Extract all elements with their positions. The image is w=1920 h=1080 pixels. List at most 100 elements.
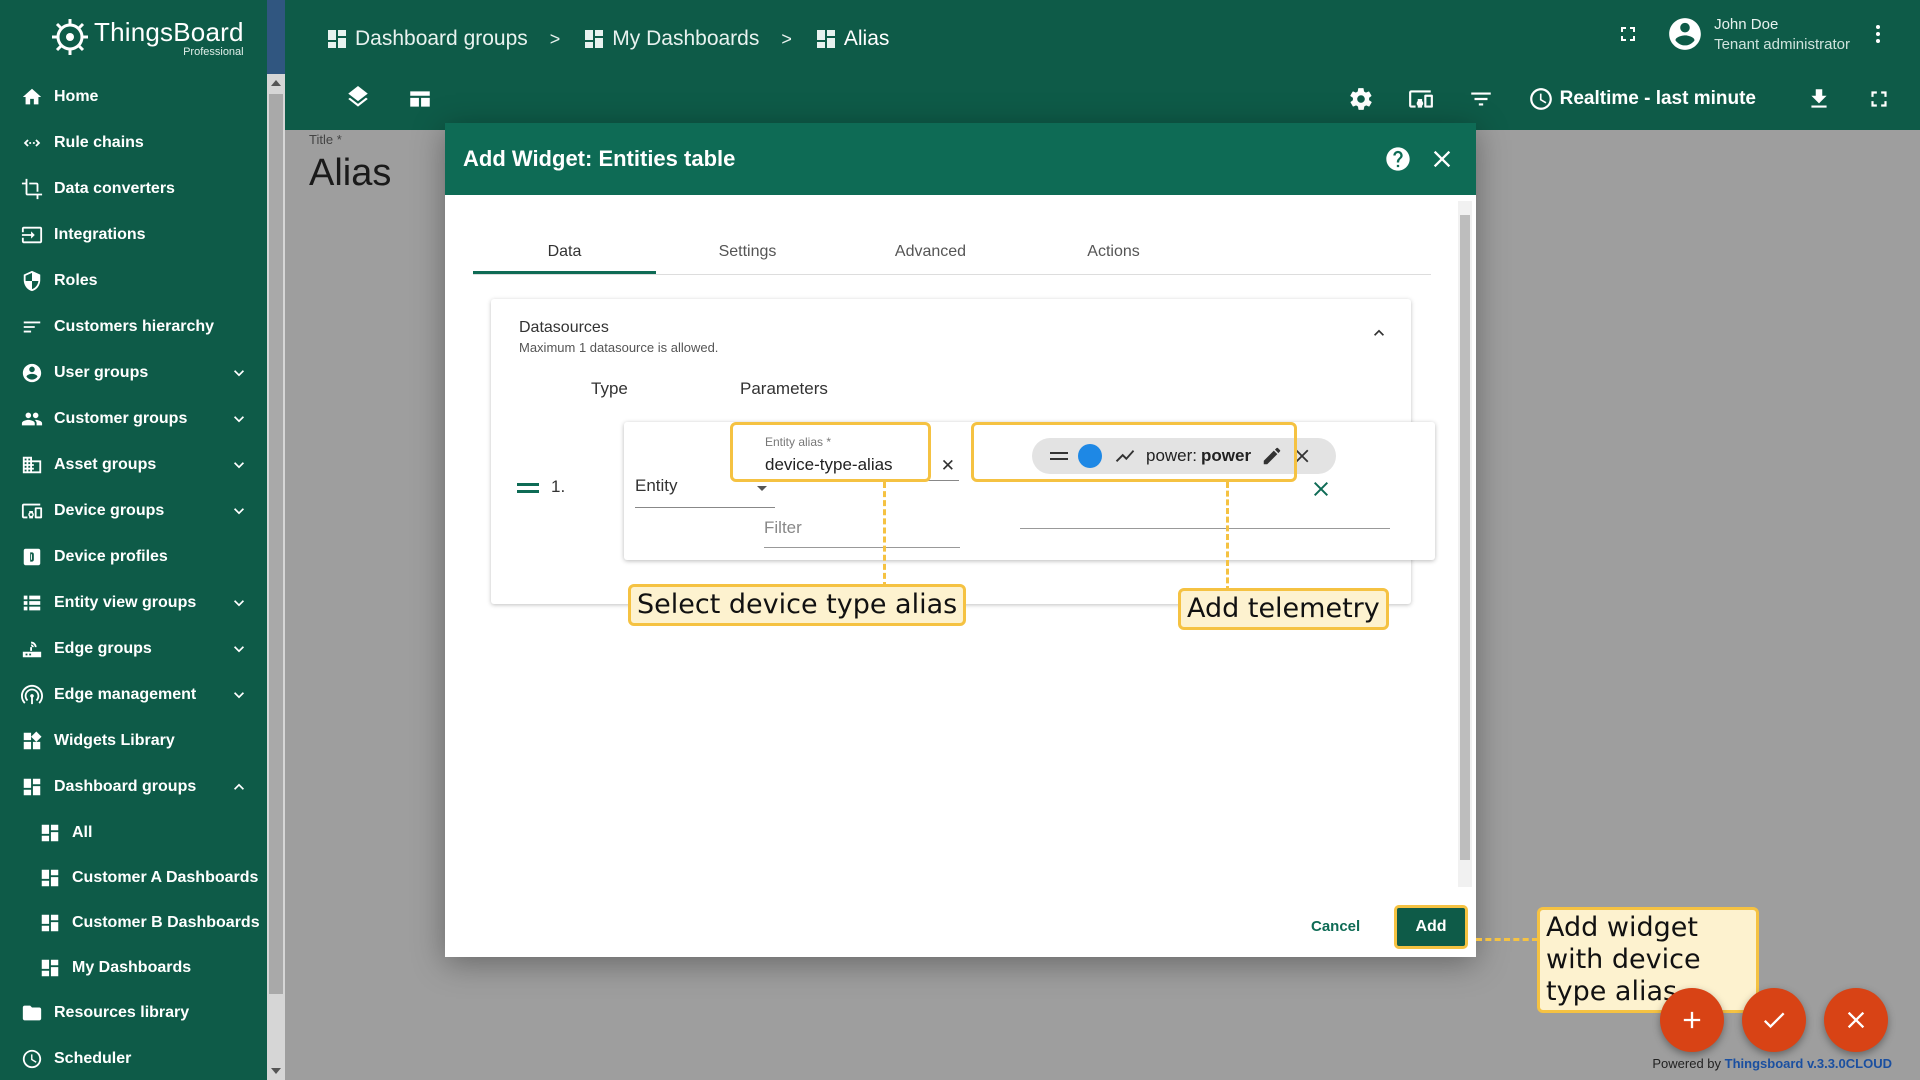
tab-actions[interactable]: Actions [1022,227,1205,274]
sidebar-item-device-groups[interactable]: Device groups [0,488,267,534]
sidebar-item-customer-b-dashboards[interactable]: Customer B Dashboards [0,900,267,945]
sidebar-item-label: Scheduler [54,1050,132,1067]
logo[interactable]: ThingsBoard Professional [0,0,267,74]
sidebar-scrollbar[interactable] [267,74,285,1080]
add-callout: Add widget with device type alias [1537,907,1759,1013]
breadcrumb-dashboard-groups[interactable]: Dashboard groups [325,27,528,51]
sidebar-item-device-profiles[interactable]: Device profiles [0,534,267,580]
footer-brand-link[interactable]: Thingsboard v.3.3.0CLOUD [1725,1056,1892,1071]
dropdown-arrow-icon [757,486,767,491]
column-type-header: Type [591,379,628,398]
sidebar-item-widgets-library[interactable]: Widgets Library [0,718,267,764]
sidebar-item-integrations[interactable]: Integrations [0,212,267,258]
tab-advanced[interactable]: Advanced [839,227,1022,274]
sidebar-item-roles[interactable]: Roles [0,258,267,304]
fullscreen-icon[interactable] [1616,22,1640,46]
device-icon [20,499,44,523]
chevron-down-icon [229,409,249,429]
add-button[interactable]: Add [1394,905,1468,949]
tab-settings[interactable]: Settings [656,227,839,274]
user-menu: John Doe Tenant administrator [1616,14,1890,53]
save-dashboard-fab[interactable] [1742,988,1806,1052]
layers-button[interactable] [345,86,371,117]
sidebar-item-label: Customers hierarchy [54,318,215,335]
clear-icon[interactable]: ✕ [941,456,955,476]
cancel-edit-fab[interactable] [1824,988,1888,1052]
sidebar-item-scheduler[interactable]: Scheduler [0,1036,267,1080]
filters-button[interactable] [1468,86,1494,112]
devices-icon [1408,90,1433,108]
help-icon[interactable] [1384,145,1412,173]
sidebar-item-home[interactable]: Home [0,74,267,120]
dashboard-icon [38,866,62,890]
settings-button[interactable] [1348,86,1374,112]
export-button[interactable] [1806,86,1832,112]
clock-icon [20,1047,44,1071]
filter-input[interactable]: Filter [764,514,960,548]
sidebar-item-data-converters[interactable]: Data converters [0,166,267,212]
dashboard-icon [38,911,62,935]
dashboard-fullscreen-button[interactable] [1866,86,1892,112]
timewindow-button[interactable]: Realtime - last minute [1528,86,1756,112]
chevron-up-icon[interactable] [1369,323,1389,343]
breadcrumb-label: Alias [843,27,890,50]
sidebar-item-label: Customer groups [54,410,188,427]
user-icon [20,361,44,385]
more-vert-icon[interactable] [1866,22,1890,46]
rule-chains-icon [20,131,44,155]
scroll-down-arrow-icon[interactable] [271,1068,281,1074]
telemetry-callout: Add telemetry [1178,588,1389,630]
avatar[interactable] [1666,15,1704,53]
sidebar-item-resources-library[interactable]: Resources library [0,990,267,1036]
sidebar-item-all-dashboards[interactable]: All [0,810,267,855]
entity-aliases-button[interactable] [1408,86,1434,112]
sidebar-item-entity-view-groups[interactable]: Entity view groups [0,580,267,626]
sidebar-item-rule-chains[interactable]: Rule chains [0,120,267,166]
dialog-scrollbar-thumb[interactable] [1460,215,1470,860]
device-profile-icon [20,545,44,569]
sidebar-item-label: Home [54,88,99,105]
sidebar-item-my-dashboards[interactable]: My Dashboards [0,945,267,990]
chevron-down-icon [229,685,249,705]
sidebar-item-label: All [72,823,93,841]
sidebar: ThingsBoard Professional Home Rule chain… [0,0,285,1080]
breadcrumb-separator: > [549,28,561,49]
sidebar-item-user-groups[interactable]: User groups [0,350,267,396]
add-widget-dialog: Add Widget: Entities table Data Settings… [445,123,1476,957]
drag-handle-icon[interactable] [517,481,539,495]
scroll-up-arrow-icon[interactable] [271,80,281,86]
layouts-button[interactable] [407,86,433,117]
add-widget-fab[interactable] [1660,988,1724,1052]
hierarchy-icon [20,315,44,339]
sidebar-item-label: User groups [54,364,149,381]
sidebar-item-edge-groups[interactable]: Edge groups [0,626,267,672]
dashboard-title-input[interactable]: Alias [309,152,391,195]
sidebar-item-label: Customer B Dashboards [72,913,260,931]
layers-icon [348,86,368,107]
remove-datasource-icon[interactable] [1309,477,1333,501]
breadcrumb-my-dashboards[interactable]: My Dashboards [582,27,759,51]
sidebar-item-dashboard-groups[interactable]: Dashboard groups [0,764,267,810]
chevron-down-icon [229,593,249,613]
check-icon [1763,1012,1785,1029]
tab-data[interactable]: Data [473,227,656,274]
breadcrumb-label: My Dashboards [612,27,760,50]
fullscreen-icon [1871,91,1887,107]
close-icon[interactable] [1428,145,1456,173]
sidebar-item-customer-a-dashboards[interactable]: Customer A Dashboards [0,855,267,900]
sidebar-item-asset-groups[interactable]: Asset groups [0,442,267,488]
sidebar-item-edge-management[interactable]: Edge management [0,672,267,718]
footer-prefix: Powered by [1652,1056,1722,1071]
sidebar-item-customer-groups[interactable]: Customer groups [0,396,267,442]
sidebar-scrollbar-thumb[interactable] [269,94,283,994]
cancel-button[interactable]: Cancel [1311,918,1360,935]
dialog-scrollbar[interactable] [1458,201,1472,887]
dialog-header: Add Widget: Entities table [445,123,1476,195]
sidebar-item-customers-hierarchy[interactable]: Customers hierarchy [0,304,267,350]
sidebar-item-label: Widgets Library [54,732,175,749]
download-icon [1811,89,1827,108]
sidebar-item-label: Roles [54,272,98,289]
column-parameters-header: Parameters [740,379,828,398]
alias-highlight-box [730,422,931,482]
breadcrumb: Dashboard groups > My Dashboards > Alias [325,22,889,56]
